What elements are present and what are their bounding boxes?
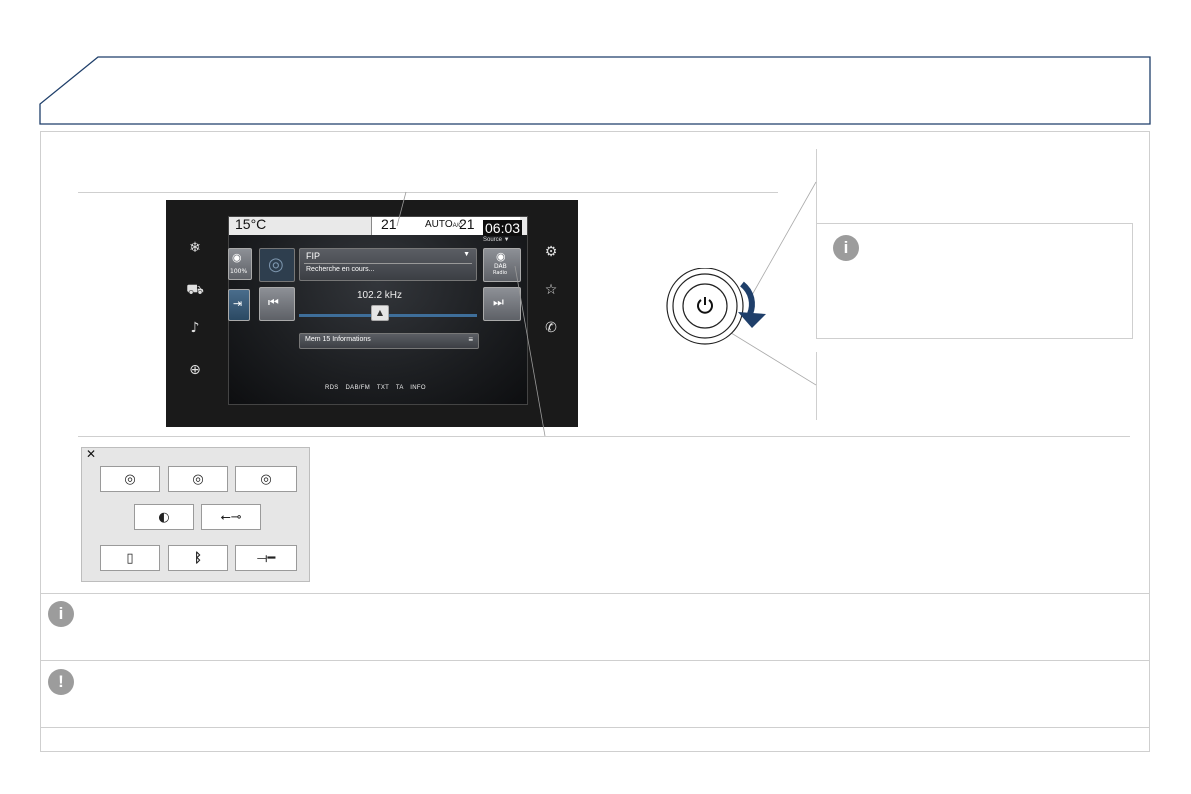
source-radio-1[interactable]: ◎ [100,466,160,492]
cd-icon: ◐ [158,509,170,525]
warning-icon: ! [48,669,74,695]
usb-icon: ⭠⊸ [220,509,242,525]
callout-lines [396,181,817,437]
source-radio-2[interactable]: ◎ [168,466,228,492]
source-ipod[interactable]: ▯ [100,545,160,571]
source-usb[interactable]: ⭠⊸ [201,504,261,530]
source-cd[interactable]: ◐ [134,504,194,530]
radio-wave-icon: ◎ [124,471,136,487]
aux-jack-icon: ⟞━ [256,550,276,566]
info-icon: i [833,235,859,261]
radio-wave-icon: ◎ [260,471,272,487]
power-volume-knob[interactable] [660,268,772,348]
info-box: i [816,223,1133,339]
close-icon[interactable]: ✕ [86,447,96,461]
info-icon: i [48,601,74,627]
source-bluetooth[interactable]: ᛒ [168,545,228,571]
ipod-icon: ▯ [126,550,134,566]
radio-wave-icon: ◎ [192,471,204,487]
source-radio-3[interactable]: ◎ [235,466,297,492]
source-selection-panel: ✕ ◎ ◎ ◎ ◐ ⭠⊸ ▯ ᛒ ⟞━ [81,447,310,582]
bluetooth-icon: ᛒ [194,550,202,566]
source-aux[interactable]: ⟞━ [235,545,297,571]
